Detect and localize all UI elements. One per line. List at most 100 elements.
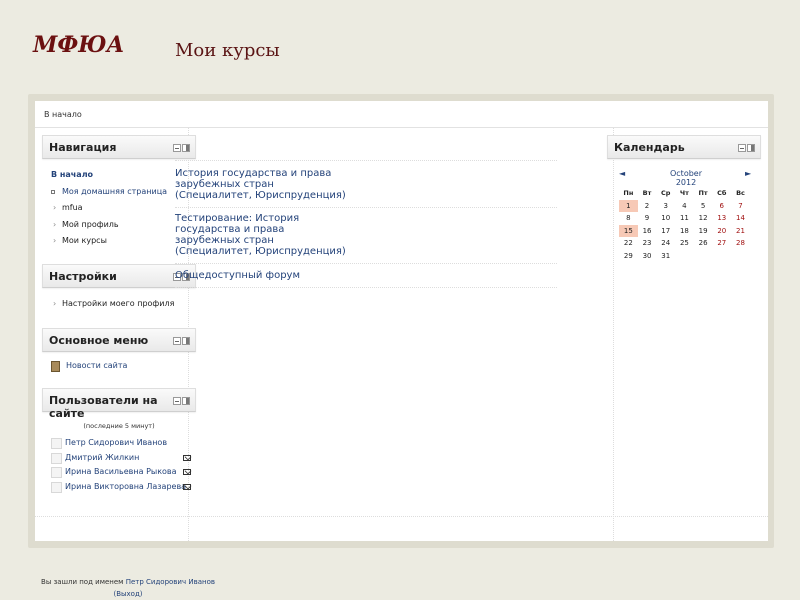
online-user-row: Ирина Викторовна Лазарева (51, 481, 191, 495)
calendar-day[interactable]: 2 (638, 200, 657, 213)
collapse-icon[interactable] (173, 397, 181, 405)
course-title-line[interactable]: (Специалитет, Юриспруденция) (175, 190, 346, 201)
dock-icon[interactable] (182, 337, 190, 345)
chevron-right-icon[interactable]: › (53, 296, 56, 313)
course-link[interactable]: История государства и права зарубежных ст… (175, 168, 346, 201)
calendar-day[interactable]: 12 (694, 212, 713, 225)
course-title-line[interactable]: Общедоступный форум (175, 270, 300, 281)
calendar-next-icon[interactable]: ► (745, 169, 751, 178)
calendar-day[interactable]: 30 (638, 250, 657, 263)
nav-item-profile[interactable]: › Мой профиль (42, 217, 196, 234)
calendar-day[interactable]: 26 (694, 237, 713, 250)
nav-item-mfua[interactable]: › mfua (42, 200, 196, 217)
calendar-day[interactable]: 17 (656, 225, 675, 238)
online-user-link[interactable]: Ирина Васильевна Рыкова (65, 466, 177, 478)
calendar-day[interactable]: 6 (712, 200, 731, 213)
calendar-day[interactable]: 27 (712, 237, 731, 250)
calendar-day[interactable]: 8 (619, 212, 638, 225)
calendar-day[interactable]: 16 (638, 225, 657, 238)
envelope-icon[interactable] (183, 483, 191, 490)
settings-profile-label[interactable]: Настройки моего профиля (62, 296, 174, 313)
calendar-week-row: 22 23 24 25 26 27 28 (619, 237, 750, 250)
calendar-block-header: Календарь (607, 135, 761, 159)
calendar-day[interactable]: 4 (675, 200, 694, 213)
course-divider (175, 287, 557, 288)
calendar-day[interactable]: 3 (656, 200, 675, 213)
collapse-icon[interactable] (738, 144, 746, 152)
calendar-day[interactable]: 31 (656, 250, 675, 263)
course-title-line[interactable]: История государства и права (175, 168, 346, 179)
calendar-day[interactable]: 29 (619, 250, 638, 263)
calendar-day[interactable]: 7 (731, 200, 750, 213)
course-title-line[interactable]: Тестирование: История (175, 213, 346, 224)
nav-mfua-label[interactable]: mfua (62, 200, 83, 217)
online-user-row: Петр Сидорович Иванов (51, 437, 191, 451)
chevron-right-icon[interactable]: › (53, 233, 56, 250)
dock-icon[interactable] (747, 144, 755, 152)
settings-item-profile[interactable]: › Настройки моего профиля (42, 296, 196, 313)
avatar[interactable] (51, 481, 62, 493)
calendar-week-row: 29 30 31 (619, 250, 750, 263)
avatar[interactable] (51, 438, 62, 449)
online-user-link[interactable]: Дмитрий Жилкин (65, 452, 139, 464)
course-title-line[interactable]: (Специалитет, Юриспруденция) (175, 246, 346, 257)
calendar-weekday: Ср (661, 189, 671, 197)
course-link[interactable]: Тестирование: История государства и права… (175, 213, 346, 257)
calendar-block-title: Календарь (614, 141, 685, 154)
chevron-right-icon[interactable]: › (53, 200, 56, 217)
nav-item-my-courses[interactable]: › Мои курсы (42, 233, 196, 250)
calendar-prev-icon[interactable]: ◄ (619, 169, 625, 178)
calendar-day[interactable]: 1 (619, 199, 638, 212)
title-divider (175, 160, 557, 161)
calendar-day[interactable]: 10 (656, 212, 675, 225)
calendar-day[interactable]: 18 (675, 225, 694, 238)
nav-home-label[interactable]: В начало (51, 167, 93, 184)
course-link[interactable]: Общедоступный форум (175, 270, 300, 281)
online-user-link[interactable]: Петр Сидорович Иванов (65, 437, 167, 449)
course-title-line[interactable]: зарубежных стран (175, 235, 346, 246)
nav-item-my-home[interactable]: Моя домашняя страница (42, 184, 196, 201)
nav-my-home-label[interactable]: Моя домашняя страница (62, 184, 167, 201)
calendar-day[interactable]: 24 (656, 237, 675, 250)
calendar-day[interactable]: 5 (694, 200, 713, 213)
envelope-icon[interactable] (183, 454, 191, 461)
nav-profile-label[interactable]: Мой профиль (62, 217, 119, 234)
online-users-block: Пользователи на сайте (последние 5 минут… (42, 388, 196, 498)
calendar-empty-cell (694, 250, 713, 263)
calendar-day[interactable]: 20 (712, 225, 731, 238)
avatar[interactable] (51, 467, 62, 478)
login-prefix: Вы зашли под именем (41, 578, 124, 586)
collapse-icon[interactable] (173, 144, 181, 152)
calendar-day[interactable]: 11 (675, 212, 694, 225)
calendar-day[interactable]: 14 (731, 212, 750, 225)
main-menu-item-news[interactable]: Новости сайта (42, 360, 196, 382)
dock-icon[interactable] (182, 144, 190, 152)
online-users-block-header: Пользователи на сайте (42, 388, 196, 420)
calendar-day[interactable]: 25 (675, 237, 694, 250)
calendar-day[interactable]: 15 (619, 224, 638, 237)
login-user-link[interactable]: Петр Сидорович Иванов (126, 578, 215, 586)
calendar-day[interactable]: 19 (694, 225, 713, 238)
avatar[interactable] (51, 452, 62, 464)
course-title-line[interactable]: государства и права (175, 224, 346, 235)
news-link[interactable]: Новости сайта (66, 361, 127, 370)
calendar-day[interactable]: 22 (619, 237, 638, 250)
online-user-row: Дмитрий Жилкин (51, 452, 191, 466)
logout-link[interactable]: (Выход) (113, 590, 142, 598)
nav-my-courses-label[interactable]: Мои курсы (62, 233, 107, 250)
calendar-day[interactable]: 13 (712, 212, 731, 225)
calendar-day[interactable]: 21 (731, 225, 750, 238)
calendar-day[interactable]: 23 (638, 237, 657, 250)
envelope-icon[interactable] (183, 469, 191, 475)
online-user-link[interactable]: Ирина Викторовна Лазарева (65, 481, 186, 493)
dock-icon[interactable] (182, 397, 190, 405)
calendar-day[interactable]: 28 (731, 237, 750, 250)
collapse-icon[interactable] (173, 337, 181, 345)
settings-block-title: Настройки (49, 270, 117, 283)
nav-item-home[interactable]: В начало (42, 167, 196, 184)
calendar-month-link[interactable]: October 2012 (663, 169, 709, 187)
chevron-right-icon[interactable]: › (53, 217, 56, 234)
course-title-line[interactable]: зарубежных стран (175, 179, 346, 190)
calendar-day[interactable]: 9 (638, 212, 657, 225)
breadcrumb-home[interactable]: В начало (44, 110, 82, 119)
